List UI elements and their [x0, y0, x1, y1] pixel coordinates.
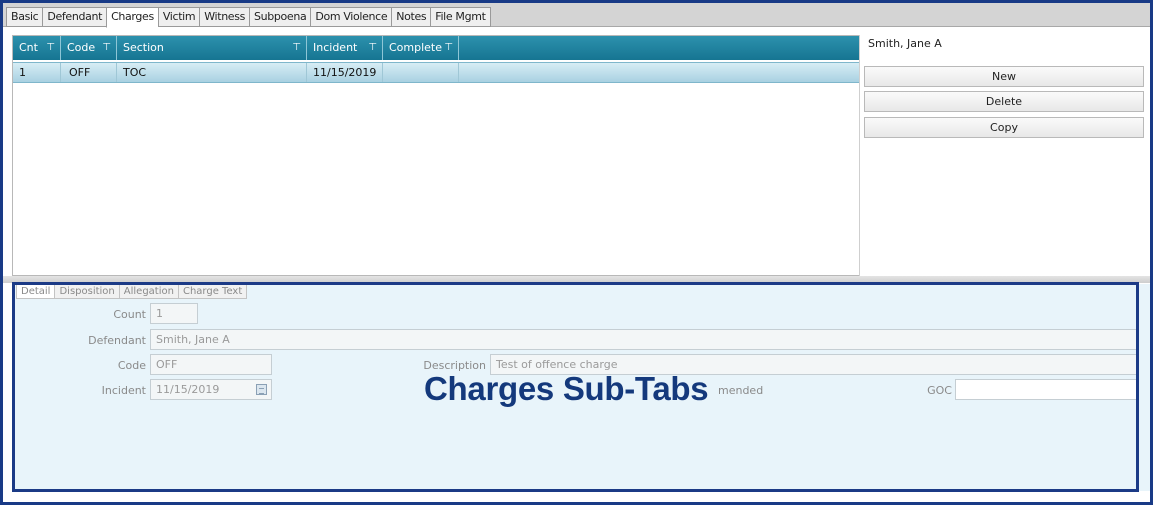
filter-icon[interactable]: ⊤: [102, 36, 111, 60]
column-header-code[interactable]: Code ⊤: [61, 36, 117, 60]
tab-victim[interactable]: Victim: [157, 7, 200, 27]
delete-button[interactable]: Delete: [864, 91, 1144, 112]
copy-button[interactable]: Copy: [864, 117, 1144, 138]
annotation-caption: Charges Sub-Tabs: [424, 370, 709, 407]
top-tab-bar: Basic Defendant Charges Victim Witness S…: [3, 3, 1150, 28]
column-header-complete[interactable]: Complete ⊤: [383, 36, 459, 60]
tab-subpoena[interactable]: Subpoena: [249, 7, 311, 27]
tab-file-mgmt[interactable]: File Mgmt: [430, 7, 491, 27]
cell-section: TOC: [117, 63, 307, 82]
tab-dom-violence[interactable]: Dom Violence: [310, 7, 392, 27]
charges-grid: Cnt ⊤ Code ⊤ Section ⊤ Incident ⊤ Comple…: [12, 35, 860, 276]
column-header-section[interactable]: Section ⊤: [117, 36, 307, 60]
cell-complete: [383, 63, 459, 82]
filter-icon[interactable]: ⊤: [444, 36, 453, 60]
grid-header: Cnt ⊤ Code ⊤ Section ⊤ Incident ⊤ Comple…: [13, 36, 859, 60]
column-header-label: Code: [67, 41, 96, 54]
tab-charges[interactable]: Charges: [106, 7, 158, 28]
top-tabs-row: Basic Defendant Charges Victim Witness S…: [6, 7, 491, 28]
tab-basic[interactable]: Basic: [6, 7, 43, 27]
cell-code: OFF: [61, 63, 117, 82]
tab-defendant[interactable]: Defendant: [42, 7, 107, 27]
column-header-incident[interactable]: Incident ⊤: [307, 36, 383, 60]
table-row[interactable]: 1 OFF TOC 11/15/2019: [13, 62, 859, 83]
panel-divider: [859, 35, 860, 276]
filter-icon[interactable]: ⊤: [368, 36, 377, 60]
column-header-label: Cnt: [19, 41, 38, 54]
column-header-label: Section: [123, 41, 164, 54]
column-header-label: Incident: [313, 41, 358, 54]
column-header-cnt[interactable]: Cnt ⊤: [13, 36, 61, 60]
tab-witness[interactable]: Witness: [199, 7, 249, 27]
selected-defendant-name: Smith, Jane A: [868, 37, 942, 50]
tab-notes[interactable]: Notes: [391, 7, 431, 27]
column-header-label: Complete: [389, 41, 443, 54]
cell-incident: 11/15/2019: [307, 63, 383, 82]
new-button[interactable]: New: [864, 66, 1144, 87]
filter-icon[interactable]: ⊤: [46, 36, 55, 60]
cell-cnt: 1: [13, 63, 61, 82]
filter-icon[interactable]: ⊤: [292, 36, 301, 60]
